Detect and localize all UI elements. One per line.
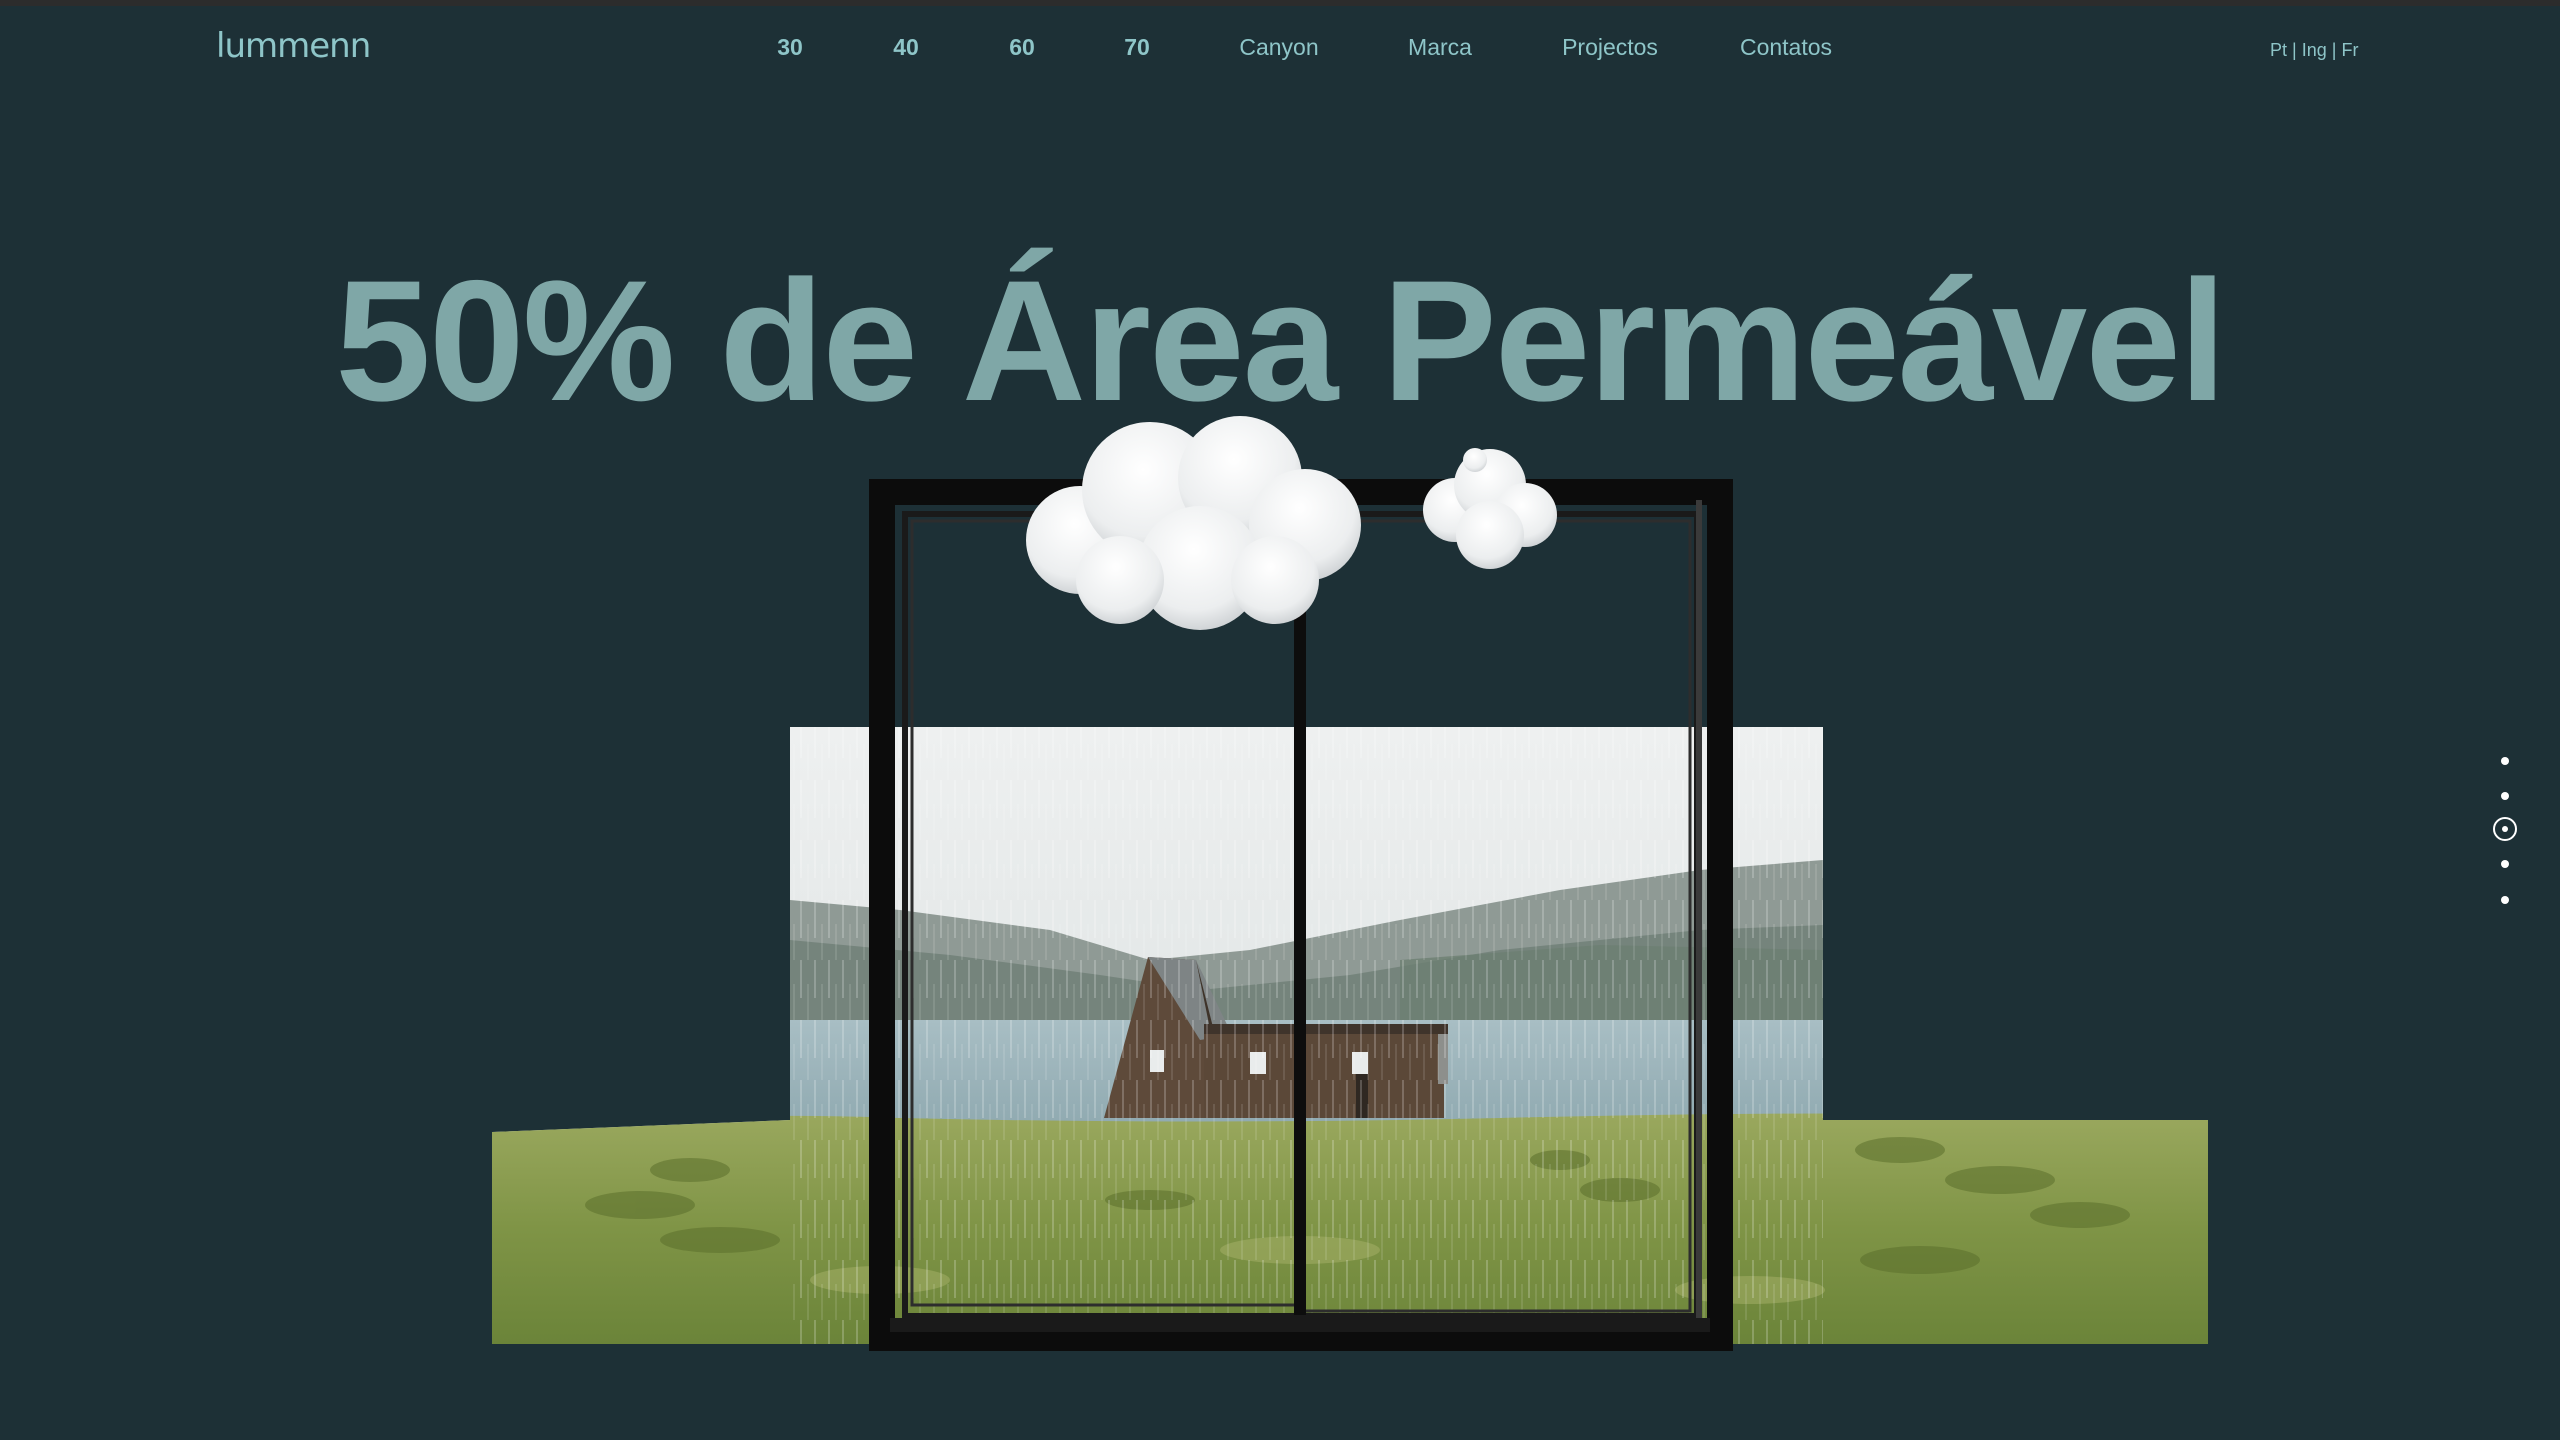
page: lummenn 30 40 60 70 Canyon Marca Project… <box>0 0 2560 1440</box>
pager-dot[interactable] <box>2501 860 2509 868</box>
pager-dot[interactable] <box>2501 757 2509 765</box>
cloud-small <box>1423 448 1557 569</box>
hero-illustration <box>492 416 2208 1351</box>
slide-pager <box>2490 750 2520 920</box>
landscape-photo <box>492 727 2208 1344</box>
pager-dot-active[interactable] <box>2493 817 2517 841</box>
pager-dot[interactable] <box>2501 896 2509 904</box>
cloud-large <box>1026 416 1361 630</box>
pager-dot[interactable] <box>2501 792 2509 800</box>
